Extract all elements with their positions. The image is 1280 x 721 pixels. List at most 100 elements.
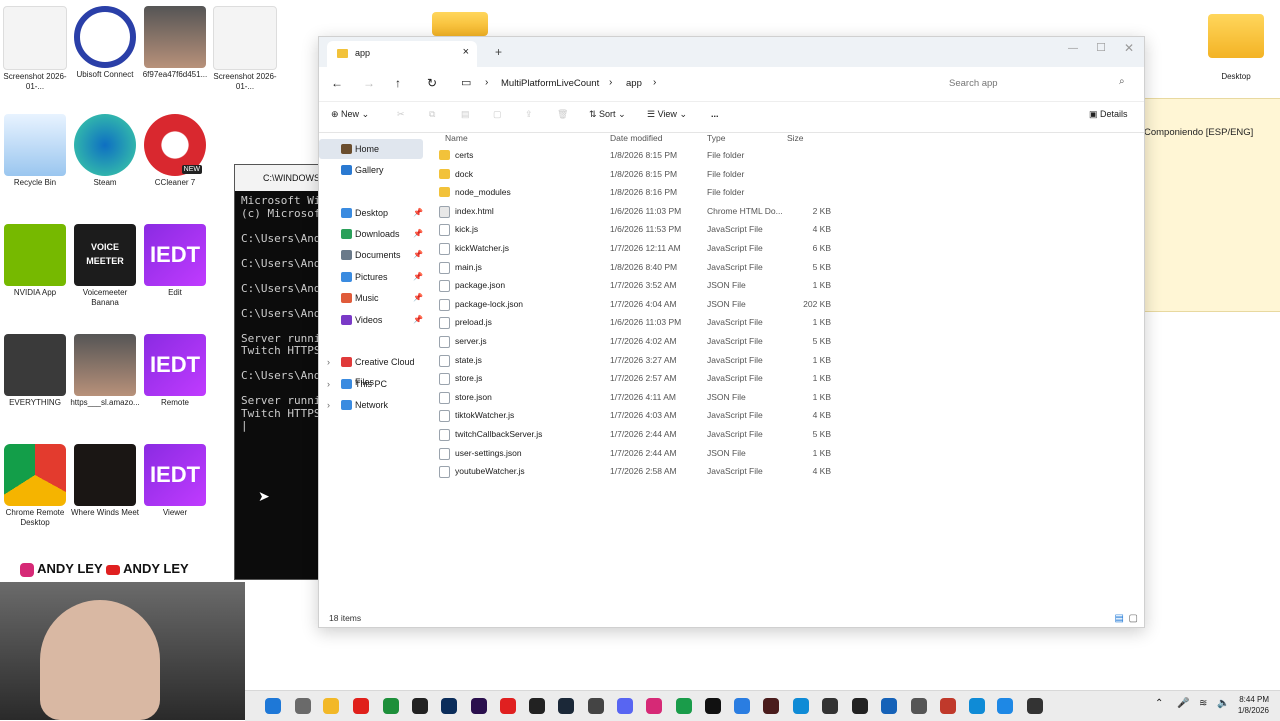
file-row[interactable]: certs 1/8/2026 8:15 PM File folder: [433, 146, 1143, 164]
column-header-type[interactable]: Type: [707, 133, 725, 143]
nav-item-creative-cloud-files[interactable]: › Creative Cloud Files: [319, 352, 423, 387]
file-row[interactable]: preload.js 1/6/2026 11:03 PM JavaScript Fi…: [433, 313, 1143, 331]
file-row[interactable]: package.json 1/7/2026 3:52 AM JSON File 1 K…: [433, 276, 1143, 294]
maximize-icon[interactable]: ☐: [1096, 41, 1106, 54]
desktop-icon[interactable]: Where Winds Meet: [70, 444, 140, 518]
opera-icon[interactable]: [353, 698, 369, 714]
desktop-icon[interactable]: NVIDIA App: [0, 224, 70, 298]
more-options-button[interactable]: ...: [711, 109, 719, 119]
desktop-icon[interactable]: Screenshot 2026-01-...: [210, 6, 280, 92]
photoshop-icon[interactable]: [441, 698, 457, 714]
desktop-icon[interactable]: IEDT Remote: [140, 334, 210, 408]
youtube-icon[interactable]: [500, 698, 516, 714]
nav-item-this-pc[interactable]: › This PC: [319, 374, 423, 394]
nav-item-documents[interactable]: Documents 📌: [319, 245, 423, 265]
file-row[interactable]: store.js 1/7/2026 2:57 AM JavaScript File 1…: [433, 369, 1143, 387]
cut-icon[interactable]: ✂: [397, 109, 405, 120]
app-icon[interactable]: [822, 698, 838, 714]
file-row[interactable]: user-settings.json 1/7/2026 2:44 AM JSON F…: [433, 444, 1143, 462]
file-row[interactable]: store.json 1/7/2026 4:11 AM JSON File 1 KB: [433, 388, 1143, 406]
close-tab-icon[interactable]: ×: [463, 46, 469, 58]
app-icon[interactable]: [997, 698, 1013, 714]
file-row[interactable]: kickWatcher.js 1/7/2026 12:11 AM JavaScrip…: [433, 239, 1143, 257]
search-icon[interactable]: ⌕: [1119, 76, 1125, 87]
search-input[interactable]: [941, 72, 1131, 94]
premiere-icon[interactable]: [471, 698, 487, 714]
desktop-icon[interactable]: Recycle Bin: [0, 114, 70, 188]
desktop-icon[interactable]: Ubisoft Connect: [70, 6, 140, 80]
file-row[interactable]: twitchCallbackServer.js 1/7/2026 2:44 AM J…: [433, 425, 1143, 443]
obs-icon[interactable]: [763, 698, 779, 714]
nav-item-videos[interactable]: Videos 📌: [319, 310, 423, 330]
desktop-icon[interactable]: Steam: [70, 114, 140, 188]
column-header-size[interactable]: Size: [787, 133, 804, 143]
new-tab-icon[interactable]: +: [495, 45, 502, 59]
minimize-icon[interactable]: —: [1068, 43, 1078, 54]
breadcrumb-item[interactable]: MultiPlatformLiveCount: [501, 78, 599, 89]
microphone-icon[interactable]: 🎤: [1177, 698, 1189, 709]
details-view-icon[interactable]: ▤: [1115, 613, 1124, 624]
desktop-icon[interactable]: NEW CCleaner 7: [140, 114, 210, 188]
app-icon[interactable]: [412, 698, 428, 714]
desktop-icon[interactable]: 6f97ea47f6d451...: [140, 6, 210, 80]
file-row[interactable]: package-lock.json 1/7/2026 4:04 AM JSON Fi…: [433, 295, 1143, 313]
refresh-icon[interactable]: ↻: [427, 76, 437, 90]
wifi-icon[interactable]: ≋: [1199, 698, 1207, 709]
file-row[interactable]: tiktokWatcher.js 1/7/2026 4:03 AM JavaScri…: [433, 406, 1143, 424]
file-row[interactable]: node_modules 1/8/2026 8:16 PM File folder: [433, 183, 1143, 201]
discord-icon[interactable]: [617, 698, 633, 714]
share-icon[interactable]: ⇪: [525, 109, 533, 120]
chevron-right-icon[interactable]: ›: [327, 374, 330, 394]
app-icon[interactable]: [734, 698, 750, 714]
new-button[interactable]: ⊕ New ⌄: [331, 109, 369, 120]
copy-icon[interactable]: ⧉: [429, 109, 435, 120]
file-explorer-icon[interactable]: [323, 698, 339, 714]
tiktok-icon[interactable]: [705, 698, 721, 714]
desktop-icon[interactable]: Chrome Remote Desktop: [0, 444, 70, 528]
steam-icon[interactable]: [558, 698, 574, 714]
app-icon[interactable]: [881, 698, 897, 714]
app-icon[interactable]: [295, 698, 311, 714]
file-row[interactable]: kick.js 1/6/2026 11:53 PM JavaScript File 4…: [433, 220, 1143, 238]
nav-item-gallery[interactable]: Gallery: [319, 160, 423, 180]
edge-icon[interactable]: [793, 698, 809, 714]
app-icon[interactable]: [588, 698, 604, 714]
desktop-icon[interactable]: https___sl.amazo...: [70, 334, 140, 408]
nav-item-desktop[interactable]: Desktop 📌: [319, 203, 423, 223]
terminal-icon[interactable]: [852, 698, 868, 714]
start-icon[interactable]: [265, 698, 281, 714]
desktop-folder-icon[interactable]: [432, 12, 488, 36]
volume-icon[interactable]: 🔈: [1217, 698, 1229, 709]
column-header-name[interactable]: Name: [445, 133, 468, 143]
file-row[interactable]: server.js 1/7/2026 4:02 AM JavaScript File…: [433, 332, 1143, 350]
desktop-icon[interactable]: Screenshot 2026-01-...: [0, 6, 70, 92]
chevron-right-icon[interactable]: ›: [327, 352, 330, 372]
epic-games-icon[interactable]: [529, 698, 545, 714]
instagram-icon[interactable]: [646, 698, 662, 714]
nav-item-network[interactable]: › Network: [319, 395, 423, 415]
nav-item-home[interactable]: Home: [319, 139, 423, 159]
file-row[interactable]: youtubeWatcher.js 1/7/2026 2:58 AM JavaScr…: [433, 462, 1143, 480]
view-button[interactable]: ☰ View ⌄: [647, 109, 687, 120]
tiles-view-icon[interactable]: ▢: [1129, 613, 1138, 624]
column-header-date[interactable]: Date modified: [610, 133, 662, 143]
edge-icon[interactable]: [969, 698, 985, 714]
file-row[interactable]: state.js 1/7/2026 3:27 AM JavaScript File 1…: [433, 351, 1143, 369]
sort-button[interactable]: ⇅ Sort ⌄: [589, 109, 626, 120]
chevron-right-icon[interactable]: ›: [327, 395, 330, 415]
nav-item-pictures[interactable]: Pictures 📌: [319, 267, 423, 287]
desktop-icon[interactable]: IEDT Viewer: [140, 444, 210, 518]
monitor-icon[interactable]: ▭: [461, 76, 471, 89]
forward-icon[interactable]: →: [363, 76, 375, 90]
file-row[interactable]: dock 1/8/2026 8:15 PM File folder: [433, 165, 1143, 183]
chrome-icon[interactable]: [676, 698, 692, 714]
app-icon[interactable]: [911, 698, 927, 714]
clock[interactable]: 8:44 PM 1/8/2026: [1229, 694, 1269, 716]
back-icon[interactable]: ←: [331, 76, 343, 90]
delete-icon[interactable]: 🗑: [557, 109, 568, 120]
app-icon[interactable]: [940, 698, 956, 714]
file-row[interactable]: main.js 1/8/2026 8:40 PM JavaScript File 5 …: [433, 258, 1143, 276]
file-row[interactable]: index.html 1/6/2026 11:03 PM Chrome HTML D…: [433, 202, 1143, 220]
file-explorer-window[interactable]: app × + — ☐ ✕ ← → ↑ ↻ ▭ › MultiPlatformL…: [318, 36, 1145, 628]
desktop-icon[interactable]: EVERYTHING: [0, 334, 70, 408]
